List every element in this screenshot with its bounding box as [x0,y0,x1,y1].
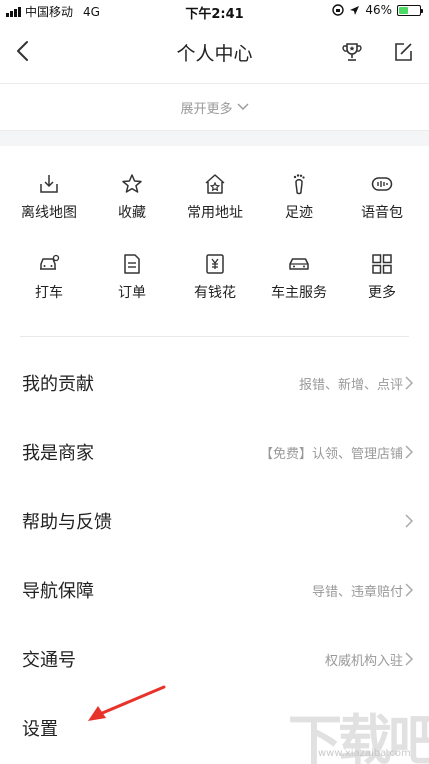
list-item-subtitle: 报错、新增、点评 [298,378,403,393]
grid-item-favorites[interactable]: 收藏 [89,164,175,222]
battery-icon [397,4,423,16]
quick-grid-row: 离线地图 收藏 常用地址 足迹 语音包 [0,164,429,244]
grid-item-offline-map[interactable]: 离线地图 [6,164,92,222]
list-item-title: 交通号 [22,650,76,671]
list-item-title: 设置 [22,719,58,740]
list-item-title: 我是商家 [22,443,94,464]
grid-item-label: 更多 [368,285,396,301]
divider [20,336,409,337]
grid-item-label: 收藏 [118,205,146,221]
list-item-subtitle: 【免费】认领、管理店铺 [259,447,403,462]
offline-map-icon [40,175,58,193]
list-item-subtitle: 导错、违章赔付 [311,585,403,600]
voice-pack-icon [371,177,393,191]
grid-item-label: 语音包 [361,205,403,221]
location-icon [350,5,360,15]
list-item-traffic-account[interactable]: 交通号 权威机构入驻 [0,625,429,694]
quick-grid: 离线地图 收藏 常用地址 足迹 语音包 打车 订单 有钱花 车主服务 更多 [0,164,429,324]
chevron-right-icon [405,445,414,459]
trophy-icon[interactable] [340,40,364,64]
home-star-icon [205,174,225,194]
grid-item-label: 常用地址 [187,205,243,221]
battery-percent: 46% [365,3,392,17]
watermark-url: www.xiazaiba.com [318,748,411,759]
annotation-arrow-icon [88,685,166,721]
chevron-down-icon [237,103,248,110]
chevron-right-icon [405,514,414,528]
grid-item-voice-pack[interactable]: 语音包 [339,164,425,222]
grid-item-label: 订单 [118,285,146,301]
expand-more-button[interactable]: 展开更多 [0,83,429,131]
grid-item-taxi[interactable]: 打车 [6,244,92,302]
money-icon [206,254,224,274]
list-item-title: 导航保障 [22,581,94,602]
page-title: 个人中心 [176,43,253,65]
grid-item-label: 足迹 [285,205,313,221]
edit-icon[interactable] [391,40,415,64]
list-item-contribution[interactable]: 我的贡献 报错、新增、点评 [0,349,429,418]
star-icon [122,174,142,193]
grid-item-car-owner-service[interactable]: 车主服务 [256,244,342,302]
grid-item-orders[interactable]: 订单 [89,244,175,302]
car-owner-icon [289,258,309,270]
section-separator [0,131,429,146]
status-right: 46% [332,3,423,17]
grid-item-label: 打车 [35,285,63,301]
grid-item-more[interactable]: 更多 [339,244,425,302]
order-icon [124,254,140,274]
expand-more-label: 展开更多 [180,101,233,117]
grid-item-label: 有钱花 [194,285,236,301]
taxi-icon [40,254,60,270]
grid-more-icon [372,254,392,274]
list-item-merchant[interactable]: 我是商家 【免费】认领、管理店铺 [0,418,429,487]
list-item-navigation-guarantee[interactable]: 导航保障 导错、违章赔付 [0,556,429,625]
status-bar: 中国移动 4G 下午2:41 46% [0,0,429,22]
grid-item-footprint[interactable]: 足迹 [256,164,342,222]
list-item-title: 帮助与反馈 [22,512,112,533]
chevron-right-icon [405,652,414,666]
grid-item-common-address[interactable]: 常用地址 [172,164,258,222]
battery-fill [399,6,409,14]
header: 个人中心 [0,22,429,80]
list-item-help-feedback[interactable]: 帮助与反馈 [0,487,429,556]
grid-item-label: 离线地图 [21,205,77,221]
list-item-subtitle: 权威机构入驻 [324,654,403,669]
quick-grid-row: 打车 订单 有钱花 车主服务 更多 [0,244,429,324]
chevron-right-icon [405,583,414,597]
chevron-right-icon [405,376,414,390]
orientation-lock-icon [332,4,345,16]
grid-item-label: 车主服务 [271,285,327,301]
grid-item-youqianhua[interactable]: 有钱花 [172,244,258,302]
footprint-icon [293,174,305,195]
list-item-title: 我的贡献 [22,374,94,395]
